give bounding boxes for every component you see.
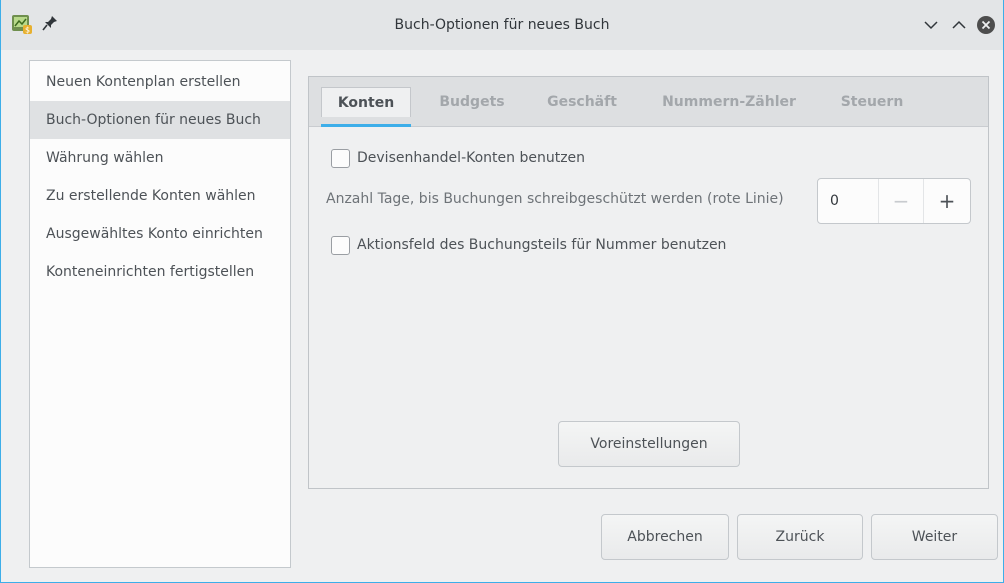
split-action-row[interactable]: Aktionsfeld des Buchungsteils für Nummer… — [331, 234, 726, 256]
split-action-checkbox[interactable] — [331, 235, 350, 255]
chevron-down-icon[interactable] — [921, 15, 941, 35]
book-options-panel: Konten Budgets Geschäft Nummern-Zähler S… — [308, 76, 989, 489]
step-item-finish[interactable]: Konteneinrichten fertigstellen — [30, 253, 290, 291]
assistant-step-list: Neuen Kontenplan erstellen Buch-Optionen… — [29, 60, 291, 568]
step-item-choose-accounts[interactable]: Zu erstellende Konten wählen — [30, 177, 290, 215]
step-item-choose-currency[interactable]: Währung wählen — [30, 139, 290, 177]
cancel-button[interactable]: Abbrechen — [601, 514, 729, 560]
trading-accounts-row[interactable]: Devisenhandel-Konten benutzen — [331, 147, 585, 169]
tab-budgets[interactable]: Budgets — [427, 87, 517, 117]
chevron-up-icon[interactable] — [949, 15, 969, 35]
trading-accounts-checkbox[interactable] — [331, 148, 350, 168]
readonly-days-label: Anzahl Tage, bis Buchungen schreibgeschü… — [326, 191, 784, 207]
close-icon[interactable] — [976, 15, 996, 35]
split-action-label: Aktionsfeld des Buchungsteils für Nummer… — [357, 237, 727, 253]
decrement-button[interactable]: − — [878, 179, 924, 223]
tab-geschaeft[interactable]: Geschäft — [537, 87, 627, 117]
step-item-setup-account[interactable]: Ausgewähltes Konto einrichten — [30, 215, 290, 253]
tab-bar: Konten Budgets Geschäft Nummern-Zähler S… — [309, 77, 988, 127]
active-tab-indicator — [321, 124, 411, 127]
tab-konten[interactable]: Konten — [321, 87, 411, 117]
back-button[interactable]: Zurück — [737, 514, 863, 560]
increment-button[interactable]: + — [924, 179, 970, 223]
step-item-new-chart[interactable]: Neuen Kontenplan erstellen — [30, 63, 290, 101]
trading-accounts-label: Devisenhandel-Konten benutzen — [357, 150, 586, 166]
readonly-days-spinbox[interactable]: 0 − + — [817, 178, 971, 224]
next-button[interactable]: Weiter — [871, 514, 998, 560]
readonly-days-input[interactable]: 0 — [818, 179, 876, 223]
step-item-book-options[interactable]: Buch-Optionen für neues Buch — [30, 101, 290, 139]
tab-nummern-zaehler[interactable]: Nummern-Zähler — [649, 87, 809, 117]
title-bar[interactable]: $ Buch-Optionen für neues Buch — [1, 0, 1003, 50]
tab-steuern[interactable]: Steuern — [827, 87, 917, 117]
defaults-button[interactable]: Voreinstellungen — [558, 421, 740, 467]
window-title: Buch-Optionen für neues Buch — [394, 17, 610, 33]
assistant-window: $ Buch-Optionen für neues Buch Neuen Kon… — [0, 0, 1004, 583]
